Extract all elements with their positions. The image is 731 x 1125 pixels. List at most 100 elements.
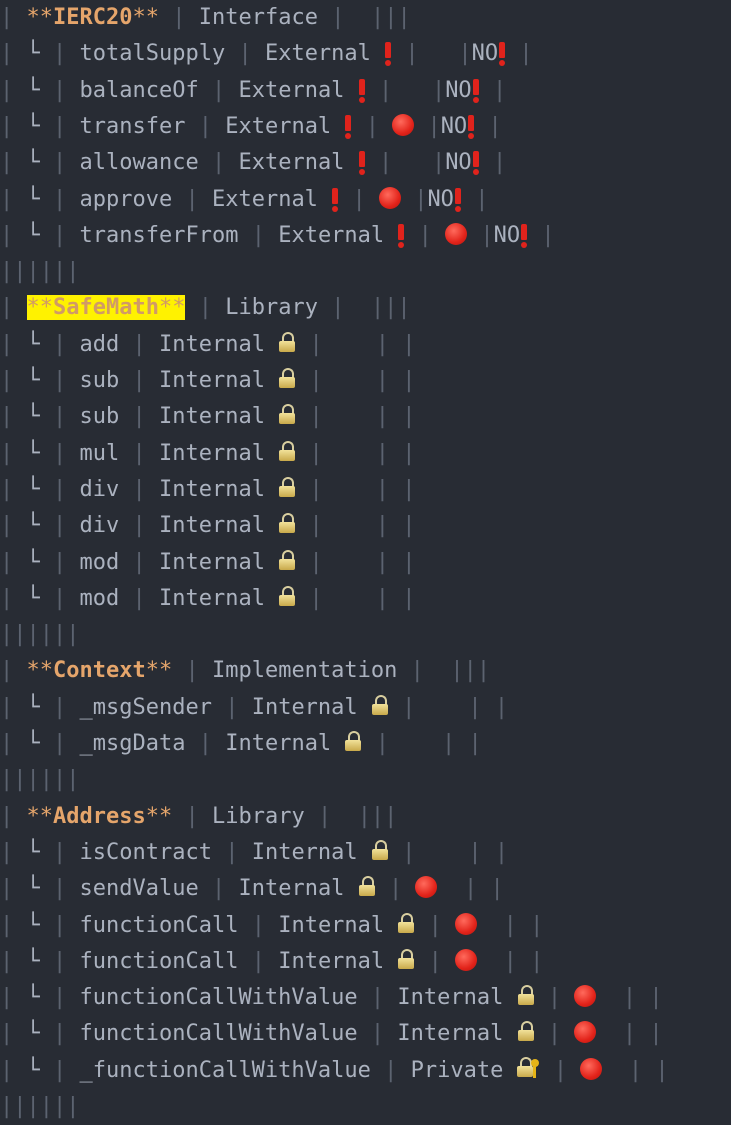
pipe-separator: | bbox=[649, 1021, 663, 1047]
pipe-separator: | bbox=[427, 113, 441, 139]
pipe-separator: | bbox=[378, 77, 393, 103]
pipe-separator: | bbox=[198, 731, 212, 756]
bold-marker: ** bbox=[158, 295, 186, 321]
branch-glyph: └ bbox=[26, 476, 40, 502]
function-row: | └ | functionCall | Internal | | | bbox=[0, 944, 543, 980]
pipe-separator: | bbox=[0, 658, 14, 684]
function-row: | └ | _functionCallWithValue | Private |… bbox=[0, 1053, 669, 1089]
function-visibility: External bbox=[211, 186, 318, 212]
function-row: | └ | mul | Internal | | | bbox=[0, 436, 415, 472]
branch-glyph: └ bbox=[26, 77, 40, 103]
pipe-separator: | bbox=[655, 1057, 669, 1083]
function-visibility: Internal bbox=[278, 912, 385, 938]
pipe-separator: | bbox=[0, 150, 14, 176]
pipe-separator: | bbox=[402, 694, 416, 720]
pipe-separator: | bbox=[0, 803, 14, 829]
pipe-separator: | bbox=[494, 839, 509, 865]
pipe-separator: | bbox=[414, 186, 428, 212]
payable-value: NO bbox=[440, 113, 468, 139]
function-visibility: External bbox=[238, 77, 345, 103]
function-visibility: Internal bbox=[251, 694, 358, 720]
function-row: | └ | div | Internal | | | bbox=[0, 508, 415, 544]
pipe-separator: | bbox=[375, 731, 389, 756]
function-row: | └ | add | Internal | | | bbox=[0, 327, 415, 363]
pipe-separator: | bbox=[0, 839, 14, 865]
function-row: | └ | sub | Internal | | | bbox=[0, 363, 415, 399]
pipe-separator: | bbox=[211, 77, 226, 103]
pipe-separator: | bbox=[53, 476, 67, 502]
pipe-separator: | bbox=[53, 1057, 67, 1083]
function-name: _msgSender bbox=[79, 694, 212, 720]
pipe-separator: | bbox=[492, 77, 507, 103]
pipe-separator: ||| bbox=[370, 5, 411, 30]
function-visibility: Internal bbox=[225, 731, 332, 756]
pipe-separator: | bbox=[0, 1057, 14, 1083]
pipe-separator: | bbox=[309, 404, 323, 430]
function-visibility: Internal bbox=[397, 985, 504, 1011]
pipe-separator: | bbox=[53, 368, 67, 393]
stop-sign-icon bbox=[445, 222, 468, 245]
pipe-separator: | bbox=[0, 1021, 14, 1047]
function-row: | └ | transfer | External | |NO | bbox=[0, 109, 502, 145]
exclamation-icon bbox=[358, 78, 366, 103]
markdown-editor[interactable]: | **IERC20** | Interface | ||| | └ | tota… bbox=[0, 0, 731, 1119]
function-row: | └ | functionCallWithValue | Internal |… bbox=[0, 1016, 663, 1052]
pipe-separator: | bbox=[0, 948, 14, 974]
bold-marker: ** bbox=[26, 295, 54, 321]
pipe-separator: | bbox=[0, 331, 14, 357]
branch-glyph: └ bbox=[26, 331, 40, 357]
function-visibility: Internal bbox=[159, 476, 265, 502]
pipe-separator: | bbox=[53, 948, 67, 974]
pipe-separator: | bbox=[0, 440, 14, 466]
function-name: sub bbox=[79, 368, 120, 393]
function-visibility: External bbox=[264, 41, 371, 67]
pipe-separator: | bbox=[0, 585, 14, 611]
pipe-separator: | bbox=[309, 331, 323, 357]
pipe-separator: ||| bbox=[370, 295, 411, 321]
pipe-separator: | bbox=[331, 295, 345, 321]
pipe-separator: | bbox=[352, 186, 366, 212]
lock-icon bbox=[517, 1021, 535, 1042]
pipe-separator: | bbox=[375, 404, 389, 430]
function-visibility: Internal bbox=[251, 839, 358, 865]
lock-icon bbox=[278, 404, 296, 425]
table-separator-row: |||||| bbox=[0, 617, 79, 653]
pipe-separator: | bbox=[132, 549, 146, 575]
pipe-separator: | bbox=[53, 41, 67, 67]
pipe-separator: | bbox=[309, 585, 323, 611]
lock-icon bbox=[278, 368, 296, 388]
pipe-separator: | bbox=[410, 658, 424, 684]
pipe-separator: | bbox=[530, 912, 544, 938]
function-name: div bbox=[79, 513, 120, 539]
pipe-separator: | bbox=[365, 113, 379, 139]
function-name: _functionCallWithValue bbox=[79, 1057, 371, 1083]
bold-marker: ** bbox=[132, 5, 159, 30]
branch-glyph: └ bbox=[26, 150, 40, 176]
branch-glyph: └ bbox=[26, 186, 40, 212]
lock-icon bbox=[371, 839, 389, 860]
contract-header-row: | **IERC20** | Interface | ||| bbox=[0, 0, 411, 36]
pipe-separator: | bbox=[463, 876, 478, 902]
function-name: mod bbox=[79, 549, 120, 575]
function-row: | └ | div | Internal | | | bbox=[0, 472, 415, 508]
pipe-separator: | bbox=[375, 368, 389, 393]
pipe-separator: | bbox=[553, 1057, 568, 1083]
pipe-separator: | bbox=[0, 404, 14, 430]
function-visibility: External bbox=[238, 150, 345, 176]
function-name: sub bbox=[79, 404, 120, 430]
function-name: allowance bbox=[79, 150, 199, 176]
pipe-separator: | bbox=[468, 694, 482, 720]
pipe-separator: | bbox=[622, 985, 637, 1011]
pipe-separator: | bbox=[0, 186, 14, 212]
pipe-separator: | bbox=[375, 476, 389, 502]
pipe-separator: | bbox=[309, 440, 323, 466]
function-name: transferFrom bbox=[79, 222, 239, 248]
pipe-separator: | bbox=[0, 476, 14, 502]
branch-glyph: └ bbox=[26, 985, 40, 1011]
pipe-separator: | bbox=[309, 549, 323, 575]
function-name: sendValue bbox=[79, 876, 199, 902]
exclamation-icon bbox=[498, 42, 506, 67]
pipe-separator: | bbox=[53, 839, 67, 865]
pipe-separator: | bbox=[428, 912, 442, 938]
function-name: mul bbox=[79, 440, 120, 466]
